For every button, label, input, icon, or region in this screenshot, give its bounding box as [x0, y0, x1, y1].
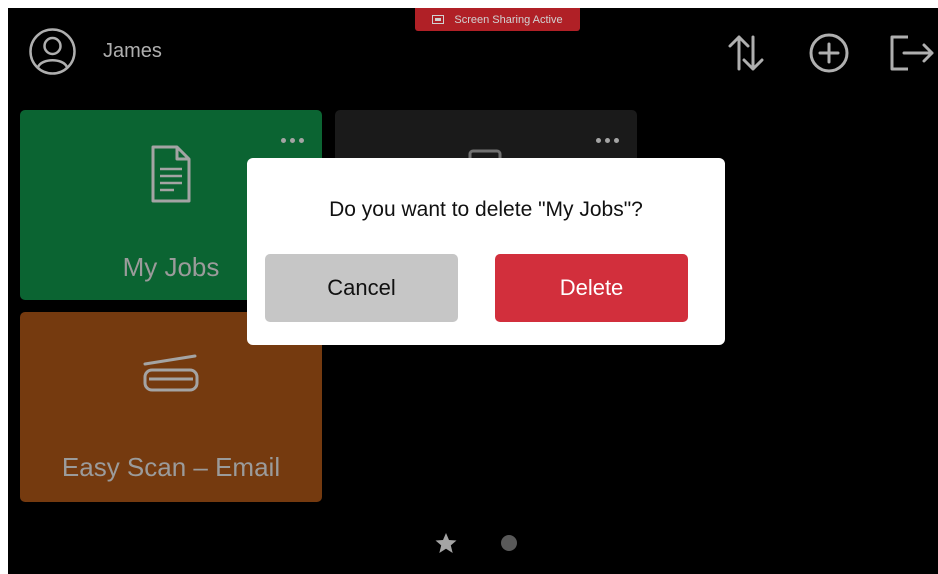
delete-button[interactable]: Delete [495, 254, 688, 322]
cancel-button[interactable]: Cancel [265, 254, 458, 322]
device-screen: Screen Sharing Active James My Jobs Easy… [8, 8, 938, 574]
delete-confirmation-dialog: Do you want to delete "My Jobs"? Cancel … [247, 158, 725, 345]
dialog-message: Do you want to delete "My Jobs"? [329, 198, 643, 221]
